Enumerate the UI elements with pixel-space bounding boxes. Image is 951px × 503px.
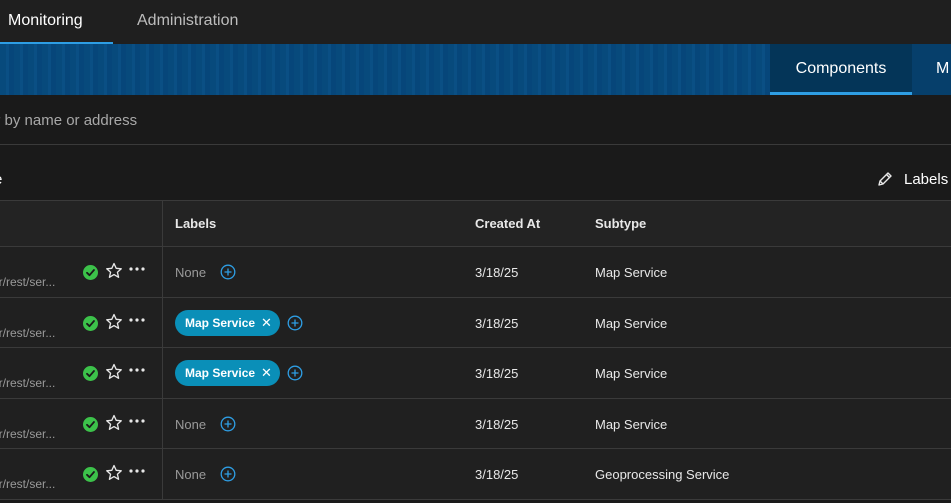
labels-none-text: None [175, 265, 207, 280]
star-icon[interactable] [105, 363, 123, 381]
row-created-at: 3/18/25 [475, 315, 519, 331]
table-row[interactable]: er/rest/ser... 3/18/25 Geoprocessing Ser… [0, 449, 951, 500]
add-label-icon[interactable] [220, 264, 236, 280]
row-url: er/rest/ser... [0, 376, 56, 390]
check-circle-icon [83, 416, 98, 432]
header-banner: Components M [0, 44, 951, 95]
row-created-at: 3/18/25 [475, 467, 519, 482]
label-chip[interactable]: Map Service ✕ [175, 360, 280, 386]
column-divider [162, 398, 163, 448]
remove-label-icon[interactable]: ✕ [261, 365, 272, 381]
tab-monitoring[interactable]: Monitoring [0, 0, 113, 44]
row-created-at: 3/18/25 [475, 416, 519, 432]
table-row[interactable]: er/rest/ser... 3/18/25 Map Service Map S… [0, 297, 951, 348]
more-options-icon[interactable] [128, 363, 146, 377]
column-divider [162, 348, 163, 398]
tab-administration[interactable]: Administration [137, 0, 238, 44]
search-input[interactable] [0, 105, 867, 135]
row-url: er/rest/ser... [0, 325, 56, 340]
star-icon[interactable] [105, 464, 123, 482]
search-bar [0, 95, 951, 145]
header-created-at[interactable]: Created At [475, 216, 540, 231]
add-label-icon[interactable] [220, 466, 236, 482]
star-icon[interactable] [105, 414, 123, 432]
add-label-icon[interactable] [220, 416, 236, 432]
pencil-icon [878, 172, 892, 186]
header-labels[interactable]: Labels [175, 216, 216, 231]
row-subtype: Map Service [595, 366, 668, 381]
check-circle-icon [83, 467, 98, 482]
toolbar-left-label: e [0, 171, 2, 188]
row-url: er/rest/ser... [0, 477, 56, 491]
tab-components[interactable]: Components [770, 44, 912, 95]
labels-none-text: None [175, 467, 207, 482]
label-chip-text: Map Service [185, 315, 256, 330]
labels-none-text: None [175, 416, 207, 432]
row-created-at: 3/18/25 [475, 265, 519, 280]
table-row[interactable]: er/rest/ser... 3/18/25 Map Service None [0, 247, 951, 298]
check-circle-icon [83, 265, 98, 280]
column-divider [162, 247, 163, 297]
row-subtype: Geoprocessing Service [595, 467, 730, 482]
star-icon[interactable] [105, 262, 123, 280]
star-icon[interactable] [105, 313, 123, 331]
row-subtype: Map Service [595, 265, 668, 280]
add-label-icon[interactable] [287, 365, 303, 381]
tab-next[interactable]: M [912, 44, 951, 95]
toolbar: e Labels [0, 145, 951, 201]
row-url: er/rest/ser... [0, 275, 56, 289]
row-subtype: Map Service [595, 416, 668, 432]
check-circle-icon [83, 315, 98, 331]
table-row[interactable]: er/rest/ser... 3/18/25 Map Service None [0, 398, 951, 449]
labels-button-label: Labels [904, 170, 949, 188]
more-options-icon[interactable] [128, 262, 146, 276]
table-row[interactable]: er/rest/ser... 3/18/25 Map Service Map S… [0, 348, 951, 399]
add-label-icon[interactable] [287, 315, 303, 331]
label-chip[interactable]: Map Service ✕ [175, 309, 280, 336]
more-options-icon[interactable] [128, 313, 146, 327]
table-header: Labels Created At Subtype [0, 201, 951, 247]
row-created-at: 3/18/25 [475, 366, 519, 381]
row-subtype: Map Service [595, 315, 668, 331]
labels-button[interactable]: Labels [876, 169, 948, 189]
top-nav: Monitoring Administration [0, 0, 951, 44]
label-chip-text: Map Service [185, 366, 256, 380]
more-options-icon[interactable] [128, 414, 146, 428]
column-divider [162, 201, 163, 246]
header-subtype[interactable]: Subtype [595, 216, 646, 231]
row-url: er/rest/ser... [0, 426, 56, 441]
remove-label-icon[interactable]: ✕ [261, 315, 272, 331]
more-options-icon[interactable] [128, 464, 146, 478]
column-divider [162, 297, 163, 347]
components-table: Labels Created At Subtype er/rest/ser...… [0, 201, 951, 500]
column-divider [162, 449, 163, 499]
table-body: er/rest/ser... 3/18/25 Map Service None … [0, 247, 951, 500]
check-circle-icon [83, 366, 98, 381]
